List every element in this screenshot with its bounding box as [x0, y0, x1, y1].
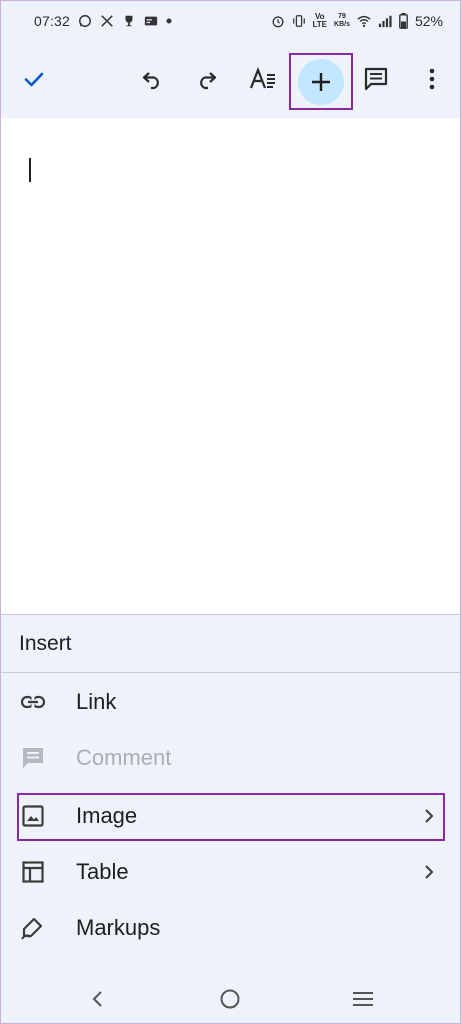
- status-bar: 07:32 Vo LTE 79 KB/s 52%: [0, 0, 461, 42]
- insert-image-item[interactable]: Image: [0, 788, 461, 844]
- undo-button[interactable]: [128, 55, 176, 103]
- link-icon: [20, 689, 46, 715]
- status-time: 07:32: [34, 13, 71, 29]
- menu-item-label: Markups: [76, 915, 161, 940]
- insert-comment-item[interactable]: Comment: [0, 730, 461, 786]
- comment-icon: [364, 67, 388, 91]
- check-icon: [24, 72, 44, 87]
- card-icon: [144, 16, 158, 26]
- menu-item-label: Comment: [76, 745, 172, 770]
- wifi-icon: [357, 15, 371, 27]
- document-canvas[interactable]: [0, 118, 461, 614]
- menu-item-label: Table: [76, 859, 129, 884]
- insert-panel: Insert Link Comment Image Table Markups: [0, 614, 461, 972]
- vibrate-icon: [292, 15, 305, 27]
- table-icon: [20, 859, 46, 885]
- insert-link-item[interactable]: Link: [0, 674, 461, 730]
- redo-button[interactable]: [183, 55, 231, 103]
- menu-item-label: Link: [76, 689, 117, 714]
- insert-button[interactable]: [298, 58, 344, 105]
- trophy-icon: [125, 15, 133, 27]
- menu-lines-icon: [353, 992, 373, 1006]
- network-type: Vo LTE: [312, 12, 328, 29]
- menu-item-label: Image: [76, 803, 138, 828]
- insert-button-highlight: [289, 53, 353, 110]
- notification-dot-icon: [166, 18, 172, 24]
- nav-home-button[interactable]: [217, 986, 243, 1012]
- comment-button[interactable]: [352, 55, 400, 103]
- insert-markups-item[interactable]: Markups: [0, 900, 461, 956]
- insert-panel-title: Insert: [0, 615, 461, 673]
- nav-recents-button[interactable]: [350, 986, 376, 1012]
- insert-table-item[interactable]: Table: [0, 844, 461, 900]
- image-icon: [20, 803, 46, 829]
- whatsapp-icon: [79, 15, 91, 27]
- alarm-icon: [272, 16, 283, 28]
- text-cursor: [29, 158, 31, 182]
- home-circle-icon: [220, 989, 240, 1009]
- undo-icon: [142, 72, 159, 90]
- more-options-button[interactable]: [408, 55, 456, 103]
- chevron-right-icon: [425, 865, 434, 879]
- signal-icon: [378, 15, 392, 28]
- network-speed: 79 KB/s: [334, 13, 350, 28]
- nav-back-button[interactable]: [85, 986, 111, 1012]
- x-logo-icon: [101, 15, 113, 27]
- comment-icon: [20, 745, 46, 771]
- battery-percent: 52%: [414, 13, 443, 29]
- more-vert-icon: [429, 68, 435, 90]
- text-format-button[interactable]: [239, 55, 287, 103]
- plus-icon: [312, 72, 330, 91]
- battery-icon: [399, 13, 408, 29]
- editor-toolbar: [0, 42, 461, 118]
- chevron-right-icon: [425, 809, 434, 823]
- back-chevron-icon: [92, 991, 102, 1007]
- system-nav-bar: [0, 972, 461, 1024]
- done-button[interactable]: [10, 55, 58, 103]
- markup-pen-icon: [20, 915, 46, 941]
- text-format-icon: [249, 67, 275, 89]
- redo-icon: [200, 72, 217, 90]
